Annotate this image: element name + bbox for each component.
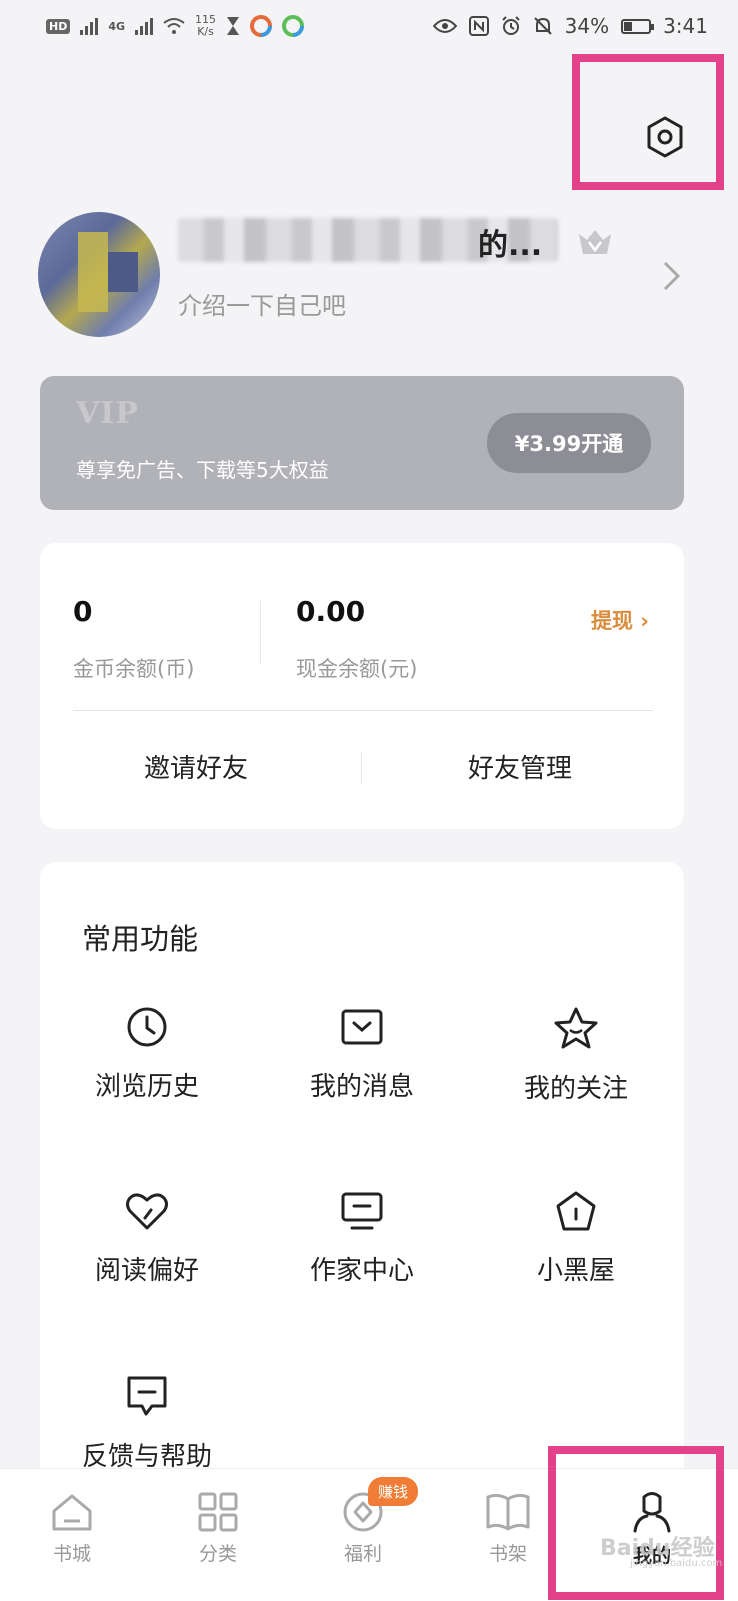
eye-icon bbox=[432, 19, 457, 33]
user-bio[interactable]: 介绍一下自己吧 bbox=[178, 286, 346, 321]
nfc-icon bbox=[468, 16, 489, 36]
wallet-card: 0 金币余额(币) 0.00 现金余额(元) 提现 › 邀请好友 好友管理 bbox=[40, 543, 684, 829]
clock-time: 3:41 bbox=[663, 14, 708, 38]
author-center-item[interactable]: 作家中心 bbox=[272, 1190, 452, 1287]
status-bar: HD 4G 115 K/s 34% 3:41 bbox=[0, 0, 738, 52]
manage-friends-button[interactable]: 好友管理 bbox=[468, 748, 572, 785]
alarm-icon bbox=[501, 16, 520, 35]
feedback-icon bbox=[127, 1376, 167, 1416]
avatar[interactable] bbox=[38, 212, 160, 337]
divider bbox=[260, 601, 261, 665]
clock-icon bbox=[127, 1007, 167, 1047]
coin-balance-label: 金币余额(币) bbox=[73, 657, 195, 681]
invite-friends-button[interactable]: 邀请好友 bbox=[144, 748, 248, 785]
app-notification-icon-2 bbox=[282, 15, 305, 37]
divider bbox=[73, 710, 653, 711]
browse-history-item[interactable]: 浏览历史 bbox=[57, 1006, 237, 1103]
crown-icon bbox=[579, 230, 611, 254]
function-label: 浏览历史 bbox=[94, 1072, 199, 1102]
function-label: 作家中心 bbox=[309, 1256, 414, 1286]
nav-label: 书架 bbox=[488, 1543, 527, 1565]
reading-preference-item[interactable]: 阅读偏好 bbox=[57, 1190, 237, 1287]
common-functions-card: 常用功能 浏览历史 我的消息 我的关注 阅读偏好 作家中心 小黑屋 反馈与帮助 bbox=[40, 862, 684, 1482]
vip-activate-button[interactable]: ¥3.99开通 bbox=[487, 413, 651, 473]
star-icon bbox=[554, 1007, 598, 1049]
signal-icon-2 bbox=[135, 17, 154, 35]
settings-button[interactable] bbox=[640, 112, 690, 162]
vip-logo: VIP bbox=[76, 396, 139, 431]
wifi-icon bbox=[163, 18, 185, 34]
message-icon bbox=[341, 1009, 383, 1045]
nav-bookshelf[interactable]: 书架 bbox=[458, 1491, 558, 1566]
withdraw-link[interactable]: 提现 › bbox=[591, 605, 649, 635]
cash-balance-label: 现金余额(元) bbox=[296, 657, 418, 681]
section-title: 常用功能 bbox=[82, 922, 199, 956]
house-icon bbox=[556, 1191, 596, 1231]
coin-balance-value: 0 bbox=[73, 595, 93, 628]
app-notification-icon bbox=[250, 15, 273, 37]
function-label: 阅读偏好 bbox=[94, 1256, 199, 1286]
feedback-help-item[interactable]: 反馈与帮助 bbox=[57, 1374, 237, 1473]
nav-label: 书城 bbox=[52, 1543, 91, 1565]
nav-label: 分类 bbox=[198, 1543, 237, 1565]
watermark: Baidu经验 jingyan.baidu.com bbox=[600, 1536, 723, 1569]
network-speed: 115 K/s bbox=[195, 13, 217, 38]
gear-hexagon-icon bbox=[647, 116, 683, 158]
divider bbox=[361, 751, 362, 785]
function-label: 我的消息 bbox=[309, 1072, 414, 1102]
signal-icon bbox=[80, 17, 99, 35]
book-icon bbox=[486, 1493, 530, 1531]
earn-money-badge: 赚钱 bbox=[368, 1477, 419, 1506]
vip-card[interactable]: VIP 尊享免广告、下载等5大权益 ¥3.99开通 bbox=[40, 376, 684, 510]
grid-icon bbox=[198, 1492, 238, 1532]
hd-indicator: HD bbox=[46, 18, 71, 34]
nav-bookstore[interactable]: 书城 bbox=[22, 1491, 122, 1566]
network-type: 4G bbox=[108, 19, 126, 33]
nav-category[interactable]: 分类 bbox=[168, 1491, 268, 1566]
mine-tab-highlight bbox=[548, 1446, 724, 1600]
battery-percent: 34% bbox=[564, 14, 610, 38]
heart-icon bbox=[126, 1193, 168, 1230]
monitor-icon bbox=[341, 1192, 383, 1230]
blacklist-item[interactable]: 小黑屋 bbox=[486, 1190, 666, 1287]
cash-balance-value: 0.00 bbox=[296, 595, 366, 628]
battery-icon bbox=[621, 18, 655, 34]
function-label: 我的关注 bbox=[523, 1074, 628, 1104]
mute-bell-icon bbox=[533, 17, 552, 35]
my-follows-item[interactable]: 我的关注 bbox=[486, 1006, 666, 1105]
nav-label: 福利 bbox=[343, 1543, 382, 1565]
user-name[interactable]: 的... bbox=[478, 220, 542, 264]
chevron-right-icon[interactable] bbox=[660, 258, 684, 294]
home-icon bbox=[52, 1494, 92, 1531]
vip-description: 尊享免广告、下载等5大权益 bbox=[76, 458, 329, 482]
my-messages-item[interactable]: 我的消息 bbox=[272, 1006, 452, 1103]
hourglass-icon bbox=[227, 17, 240, 35]
function-label: 小黑屋 bbox=[536, 1256, 615, 1286]
